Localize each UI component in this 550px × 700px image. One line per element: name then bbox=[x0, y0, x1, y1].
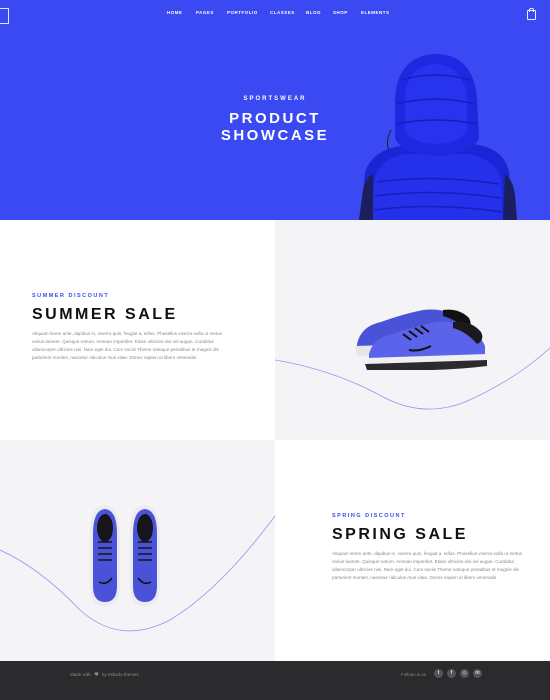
nav-item-home[interactable]: Home bbox=[167, 10, 183, 15]
spring-body: Aliquam lorem ante, dapibus in, viverra … bbox=[332, 551, 522, 580]
summer-kicker: SUMMER DISCOUNT bbox=[32, 293, 110, 299]
instagram-icon[interactable]: ◎ bbox=[460, 669, 469, 678]
hero-banner: Home Pages Portfolio Classes Blog Shop E… bbox=[0, 0, 550, 220]
summer-sale-section: SUMMER DISCOUNT SUMMER SALE Aliquam lore… bbox=[0, 220, 275, 440]
nav-item-pages[interactable]: Pages bbox=[196, 10, 214, 15]
spring-kicker: SPRING DISCOUNT bbox=[332, 513, 406, 519]
sneaker-top-image[interactable] bbox=[84, 502, 166, 610]
spring-sale-section: SPRING DISCOUNT SPRING SALE Aliquam lore… bbox=[275, 440, 550, 661]
spring-product-panel bbox=[0, 440, 275, 661]
made-with-text: Made with bbox=[70, 672, 91, 677]
nav-item-shop[interactable]: Shop bbox=[333, 10, 348, 15]
footer-credit: Made with by Mikado-themes bbox=[70, 672, 139, 677]
nav-item-blog[interactable]: Blog bbox=[306, 10, 321, 15]
twitter-icon[interactable]: t bbox=[434, 669, 443, 678]
nav-item-portfolio[interactable]: Portfolio bbox=[227, 10, 258, 15]
summer-body: Aliquam lorem ante, dapibus in, viverra … bbox=[32, 331, 222, 360]
hero-title: PRODUCT SHOWCASE bbox=[220, 110, 330, 144]
facebook-icon[interactable]: f bbox=[447, 669, 456, 678]
summer-title: SUMMER SALE bbox=[32, 306, 178, 323]
spring-title: SPRING SALE bbox=[332, 526, 468, 543]
nav-item-elements[interactable]: Elements bbox=[361, 10, 390, 15]
heart-icon bbox=[94, 672, 99, 676]
shopping-bag-icon[interactable] bbox=[527, 8, 536, 20]
linkedin-icon[interactable]: in bbox=[473, 669, 482, 678]
site-footer: Made with by Mikado-themes Follow us on … bbox=[0, 661, 550, 700]
main-nav: Home Pages Portfolio Classes Blog Shop E… bbox=[0, 10, 550, 22]
summer-product-panel bbox=[275, 220, 550, 440]
hooded-model-image bbox=[359, 54, 517, 220]
sneaker-side-image[interactable] bbox=[347, 304, 489, 370]
follow-label: Follow us on bbox=[401, 672, 427, 677]
author-link[interactable]: by Mikado-themes bbox=[102, 672, 139, 677]
nav-item-classes[interactable]: Classes bbox=[270, 10, 295, 15]
